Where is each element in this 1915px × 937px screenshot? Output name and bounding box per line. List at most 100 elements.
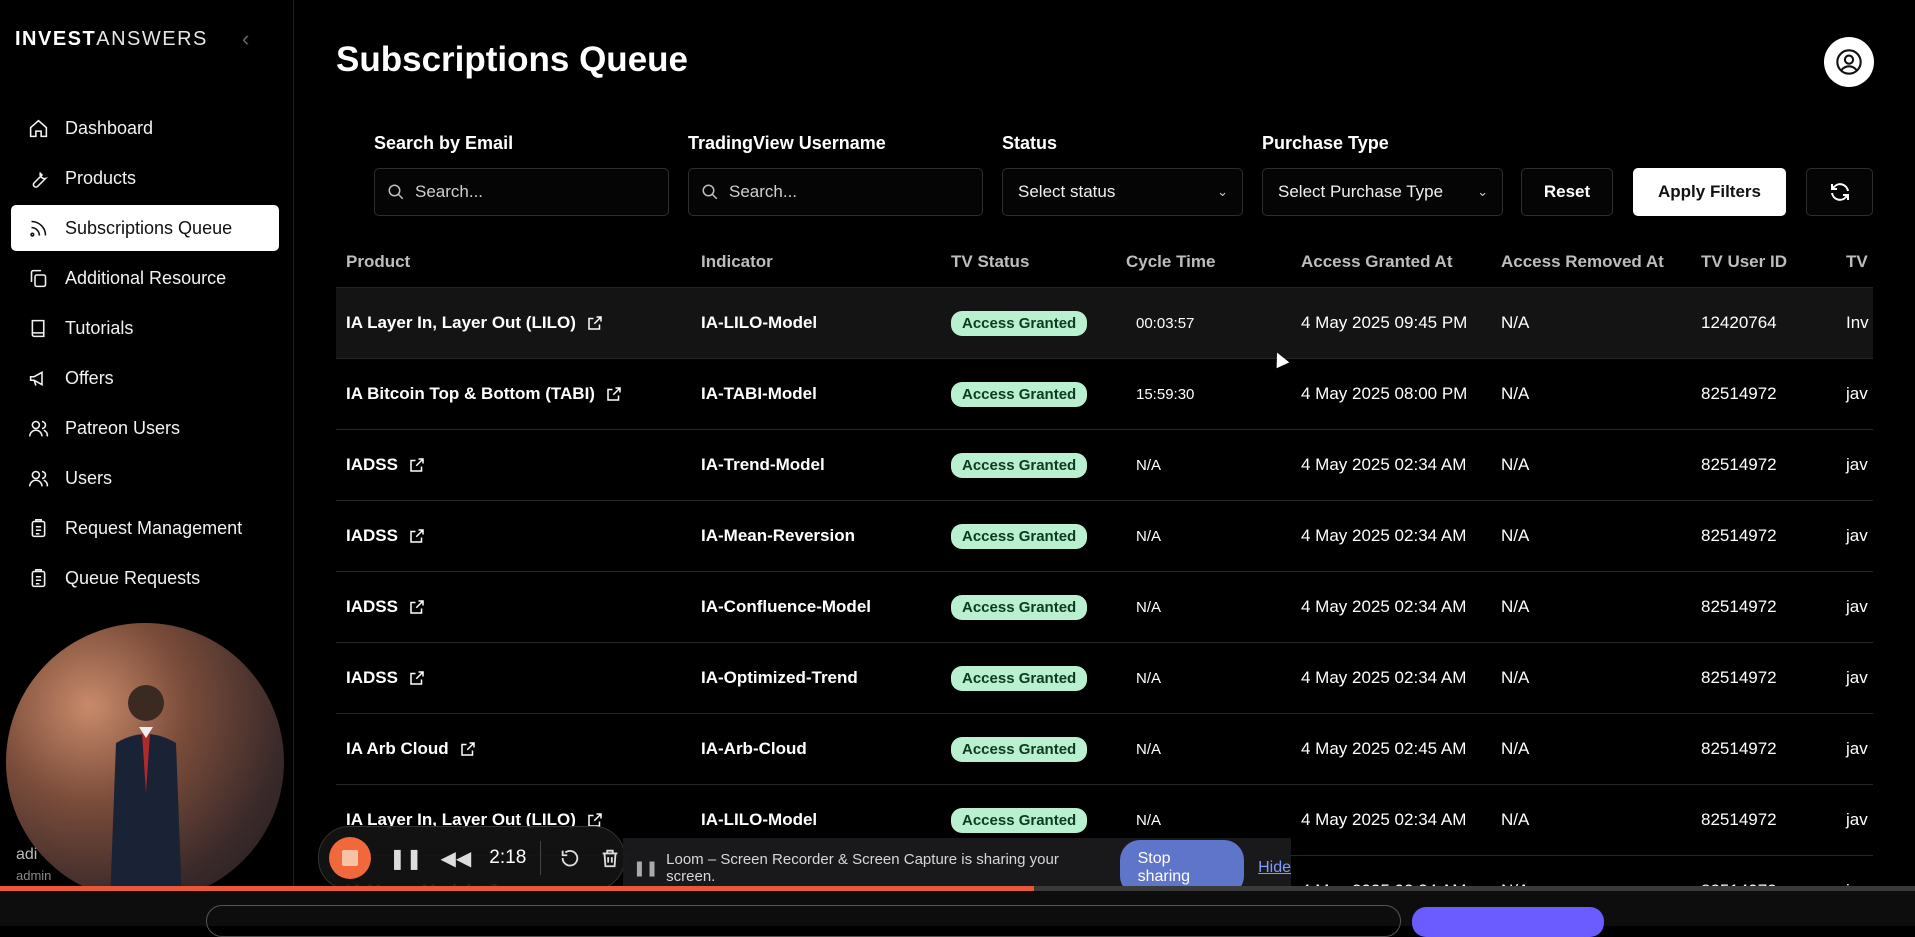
sidebar-item-subscriptions-queue[interactable]: Subscriptions Queue (11, 205, 279, 251)
external-link-icon[interactable] (408, 527, 426, 545)
product-name: IADSS (346, 668, 398, 687)
access-granted-cell: 4 May 2025 02:45 AM (1301, 739, 1467, 758)
external-link-icon[interactable] (459, 740, 477, 758)
external-link-icon[interactable] (586, 314, 604, 332)
access-removed-cell: N/A (1501, 597, 1530, 616)
cycle-time-cell: N/A (1136, 740, 1162, 758)
bottom-action-button[interactable] (1412, 907, 1604, 937)
access-granted-cell: 4 May 2025 02:34 AM (1301, 810, 1467, 829)
sidebar-item-label: Products (65, 167, 137, 188)
megaphone-icon (27, 367, 49, 389)
sidebar-item-users[interactable]: Users (11, 455, 279, 501)
status-filter-label: Status (1002, 133, 1058, 153)
purchase-type-select[interactable]: Select Purchase Type ⌄ (1262, 168, 1503, 216)
status-select[interactable]: Select status ⌄ (1002, 168, 1243, 216)
sidebar-item-offers[interactable]: Offers (11, 355, 279, 401)
column-header-indicator[interactable]: Indicator (701, 252, 773, 272)
column-header-tv[interactable]: TV (1846, 252, 1868, 272)
tv-cell: jav (1846, 810, 1868, 829)
brand-logo[interactable]: INVESTANSWERS (15, 28, 208, 51)
bottom-strip (0, 891, 1915, 937)
sidebar-item-patreon-users[interactable]: Patreon Users (11, 405, 279, 451)
cycle-time-cell: N/A (1136, 598, 1162, 616)
column-header-tv-user-id[interactable]: TV User ID (1701, 252, 1787, 272)
external-link-icon[interactable] (408, 598, 426, 616)
sidebar-item-tutorials[interactable]: Tutorials (11, 305, 279, 351)
tv-user-id-cell: 82514972 (1701, 384, 1777, 403)
column-header-cycle-time[interactable]: Cycle Time (1126, 252, 1215, 272)
refresh-icon (1830, 183, 1849, 201)
user-circle-icon (1836, 49, 1862, 75)
refresh-button[interactable] (1806, 168, 1873, 216)
sidebar-item-queue-requests[interactable]: Queue Requests (11, 555, 279, 601)
external-link-icon[interactable] (605, 385, 623, 403)
tv-cell: jav (1846, 384, 1868, 403)
table-row[interactable]: IA Layer In, Layer Out (LILO) IA-LILO-Mod… (336, 288, 1873, 359)
external-link-icon[interactable] (408, 669, 426, 687)
external-link-icon[interactable] (408, 456, 426, 474)
table-row[interactable]: IADSS IA-Mean-Reversion Access Granted N/A 4… (336, 501, 1873, 572)
table-row[interactable]: IA Bitcoin Top & Bottom (TABI) IA-TABI-Mo… (336, 359, 1873, 430)
access-removed-cell: N/A (1501, 668, 1530, 687)
access-granted-cell: 4 May 2025 02:34 AM (1301, 668, 1467, 687)
column-header-access-removed[interactable]: Access Removed At (1501, 252, 1664, 272)
table-row[interactable]: IA Arb Cloud IA-Arb-Cloud Access Granted N/… (336, 714, 1873, 785)
table-row[interactable]: IADSS IA-Optimized-Trend Access Granted N/A… (336, 643, 1873, 714)
sidebar-item-request-management[interactable]: Request Management (11, 505, 279, 551)
product-cell: IA Layer In, Layer Out (LILO) (346, 288, 604, 358)
book-icon (27, 317, 49, 339)
tv-username-search-input[interactable]: Search... (688, 168, 983, 216)
email-search-placeholder: Search... (415, 182, 484, 201)
product-name: IA Layer In, Layer Out (LILO) (346, 313, 576, 332)
bottom-input[interactable] (206, 905, 1401, 937)
divider (540, 841, 542, 875)
reset-button[interactable]: Reset (1521, 168, 1613, 216)
indicator-cell: IA-Trend-Model (701, 455, 825, 474)
access-removed-cell: N/A (1501, 526, 1530, 545)
product-name: IADSS (346, 455, 398, 474)
subscriptions-table: Product Indicator TV Status Cycle Time A… (336, 240, 1873, 900)
hide-link[interactable]: Hide (1258, 859, 1291, 877)
apply-filters-button[interactable]: Apply Filters (1633, 168, 1786, 216)
status-badge: Access Granted (951, 310, 1088, 336)
tv-user-id-cell: 82514972 (1701, 526, 1777, 545)
sidebar-item-dashboard[interactable]: Dashboard (11, 105, 279, 151)
cycle-time-cell: N/A (1136, 456, 1162, 474)
rewind-icon[interactable]: ◀◀ (441, 846, 472, 871)
search-icon (387, 183, 405, 201)
tv-status-cell: Access Granted (951, 643, 1088, 713)
webcam-bubble[interactable] (6, 623, 284, 901)
product-cell: IA Arb Cloud (346, 714, 477, 784)
email-search-input[interactable]: Search... (374, 168, 669, 216)
column-header-product[interactable]: Product (346, 252, 410, 272)
tv-user-id-cell: 82514972 (1701, 455, 1777, 474)
tv-cell: Inv (1846, 313, 1869, 332)
table-row[interactable]: IADSS IA-Trend-Model Access Granted N/A 4 Ma… (336, 430, 1873, 501)
status-select-value: Select status (1018, 182, 1116, 201)
status-badge: Access Granted (951, 523, 1088, 549)
trash-icon[interactable] (599, 847, 621, 869)
chevron-left-icon[interactable]: ‹ (242, 26, 249, 52)
tv-user-id-cell: 82514972 (1701, 810, 1777, 829)
access-granted-cell: 4 May 2025 09:45 PM (1301, 313, 1468, 332)
page-title: Subscriptions Queue (336, 40, 688, 79)
sidebar-item-label: Users (65, 467, 113, 488)
sidebar-item-additional-resource[interactable]: Additional Resource (11, 255, 279, 301)
stop-recording-button[interactable] (329, 837, 371, 879)
table-row[interactable]: IADSS IA-Confluence-Model Access Granted N/… (336, 572, 1873, 643)
product-cell: IADSS (346, 430, 426, 500)
column-header-tv-status[interactable]: TV Status (951, 252, 1029, 272)
account-button[interactable] (1824, 37, 1874, 87)
status-badge: Access Granted (951, 381, 1088, 407)
cycle-time-cell: 00:03:57 (1136, 314, 1195, 332)
tv-status-cell: Access Granted (951, 288, 1088, 358)
search-icon (701, 183, 719, 201)
column-header-access-granted[interactable]: Access Granted At (1301, 252, 1452, 272)
sidebar-item-products[interactable]: Products (11, 155, 279, 201)
restart-icon[interactable] (559, 847, 581, 869)
pause-icon[interactable]: ❚❚ (389, 846, 423, 871)
purchase-type-select-value: Select Purchase Type (1278, 182, 1444, 201)
product-cell: IADSS (346, 501, 426, 571)
profile-role: admin (16, 868, 52, 883)
tv-cell: jav (1846, 739, 1868, 758)
